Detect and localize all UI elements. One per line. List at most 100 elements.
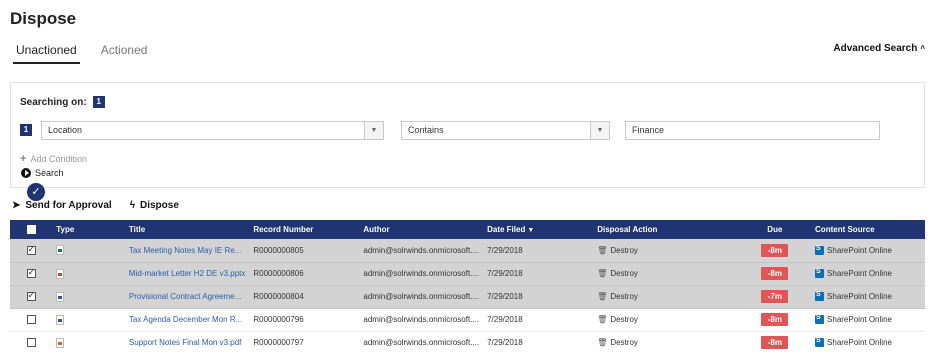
add-condition-label: Add Condition — [30, 154, 87, 164]
record-number-cell: R0000000805 — [249, 239, 360, 263]
table-row[interactable]: Tax Agenda December Mon R... R0000000796 a… — [10, 308, 925, 332]
sharepoint-icon — [815, 337, 825, 348]
table-row[interactable]: Mid-market Letter H2 DE v3.pptxR00000008… — [10, 262, 925, 286]
content-source-label: SharePoint Online — [827, 268, 892, 278]
page-title: Dispose — [10, 9, 77, 28]
author-cell: admin@solrwinds.onmicrosoft.... — [359, 331, 484, 352]
sharepoint-icon — [815, 245, 825, 255]
paper-plane-icon: ➤ — [12, 200, 21, 211]
column-header-author[interactable]: Author — [359, 220, 484, 239]
column-header-title[interactable]: Title — [124, 220, 250, 239]
send-for-approval-label: Send for Approval — [25, 200, 112, 211]
column-header-type[interactable]: Type — [52, 220, 125, 239]
disposal-action-label: Destroy — [610, 315, 638, 324]
search-label: Search — [35, 168, 64, 178]
tab-bar: Unactioned Actioned — [13, 38, 168, 64]
tab-unactioned[interactable]: Unactioned — [13, 38, 80, 64]
title-link[interactable]: Support Notes Final Mon v3.pdf — [124, 331, 250, 352]
condition-field-select[interactable]: Location ▼ — [41, 121, 384, 140]
send-for-approval-button[interactable]: ➤ Send for Approval — [12, 200, 112, 211]
plus-icon: + — [20, 153, 27, 165]
select-all-checkbox[interactable] — [26, 225, 36, 235]
chevron-up-icon: ^ — [920, 44, 925, 53]
dropdown-arrow-icon[interactable]: ▼ — [590, 122, 609, 139]
search-panel: Searching on: 1 1 Location ▼ Contains ▼ … — [10, 82, 925, 188]
search-button[interactable]: Search — [21, 168, 64, 178]
condition-field-value: Location — [48, 125, 83, 135]
due-badge: -8m — [761, 313, 789, 326]
column-header-record-number[interactable]: Record Number — [249, 220, 360, 239]
type-cell — [52, 285, 125, 309]
records-table: Type Title Record Number Author Date Fil… — [10, 220, 925, 352]
type-cell — [52, 262, 125, 286]
due-cell: -8m — [738, 308, 812, 332]
docx-file-icon — [56, 314, 65, 325]
xlsx-file-icon — [56, 245, 65, 256]
title-link[interactable]: Tax Agenda December Mon R... — [124, 308, 250, 332]
pdf-file-icon — [56, 337, 65, 348]
row-select-cell — [10, 262, 53, 286]
author-cell: admin@solrwinds.onmicrosoft.... — [359, 285, 484, 309]
disposal-action-label: Destroy — [610, 292, 638, 301]
row-checkbox[interactable] — [26, 244, 36, 255]
action-bar: ➤ Send for Approval ϟ Dispose — [12, 200, 179, 211]
title-link[interactable]: Provisional Contract Agreeme... — [124, 285, 250, 309]
due-badge: -8m — [761, 336, 789, 349]
searching-on: Searching on: 1 — [20, 96, 105, 108]
disposal-action-label: Destroy — [610, 338, 638, 347]
sharepoint-icon — [815, 268, 825, 279]
trash-icon: 🗑 — [597, 315, 608, 324]
table-header-row: Type Title Record Number Author Date Fil… — [10, 220, 925, 239]
disposal-action-label: Destroy — [610, 245, 638, 255]
content-source-label: SharePoint Online — [827, 337, 892, 347]
table-row[interactable]: Support Notes Final Mon v3.pdf R000000079… — [10, 331, 925, 352]
column-header-content-source[interactable]: Content Source — [811, 220, 925, 239]
condition-value-input[interactable]: Finance — [625, 121, 880, 140]
row-select-cell — [10, 239, 53, 263]
content-source-label: SharePoint Online — [827, 291, 892, 301]
trash-icon: 🗑 — [597, 245, 608, 255]
date-filed-cell: 7/29/2018 — [483, 285, 594, 309]
row-checkbox[interactable] — [26, 267, 36, 279]
table-row[interactable]: Tax Meeting Notes May IE Re...R000000080… — [10, 239, 925, 263]
row-checkbox[interactable] — [26, 338, 36, 348]
trash-icon: 🗑 — [597, 269, 608, 278]
content-source-label: SharePoint Online — [827, 245, 892, 255]
title-link[interactable]: Tax Meeting Notes May IE Re... — [124, 239, 250, 263]
column-header-due[interactable]: Due — [738, 220, 812, 239]
advanced-search-label: Advanced Search — [833, 43, 918, 54]
condition-operator-select[interactable]: Contains ▼ — [401, 121, 610, 140]
sort-desc-icon: ▼ — [527, 227, 535, 234]
select-all-cell — [10, 220, 53, 239]
title-link[interactable]: Mid-market Letter H2 DE v3.pptx — [124, 262, 250, 286]
tab-actioned[interactable]: Actioned — [98, 38, 151, 64]
table-row[interactable]: Provisional Contract Agreeme...R00000008… — [10, 285, 925, 309]
date-filed-cell: 7/29/2018 — [483, 262, 594, 286]
date-filed-cell: 7/29/2018 — [483, 331, 594, 352]
disposal-action-cell: 🗑 Destroy — [593, 239, 739, 263]
condition-count-badge: 1 — [92, 96, 105, 108]
date-filed-label: Date Filed — [487, 225, 526, 234]
lightning-icon: ϟ — [129, 200, 135, 211]
advanced-search-toggle[interactable]: Advanced Search ^ — [833, 43, 925, 54]
column-header-date-filed[interactable]: Date Filed ▼ — [483, 220, 594, 239]
docx-file-icon — [56, 291, 65, 302]
dispose-label: Dispose — [140, 200, 179, 211]
dropdown-arrow-icon[interactable]: ▼ — [364, 122, 383, 139]
add-condition-button[interactable]: + Add Condition — [20, 153, 87, 165]
row-select-cell — [10, 308, 53, 332]
row-checkbox[interactable] — [26, 315, 36, 325]
content-source-cell: SharePoint Online — [811, 239, 925, 263]
date-filed-cell: 7/29/2018 — [483, 239, 594, 263]
condition-value-text: Finance — [632, 125, 665, 135]
due-badge: -8m — [761, 243, 789, 257]
due-cell: -8m — [738, 331, 812, 352]
row-checkbox[interactable] — [26, 290, 36, 302]
column-header-disposal-action[interactable]: Disposal Action — [593, 220, 739, 239]
record-number-cell: R0000000804 — [249, 285, 360, 309]
sharepoint-icon — [815, 314, 825, 325]
dispose-button[interactable]: ϟ Dispose — [130, 200, 179, 211]
disposal-action-cell: 🗑 Destroy — [593, 331, 739, 352]
searching-on-label: Searching on: — [20, 96, 87, 108]
content-source-cell: SharePoint Online — [811, 331, 925, 352]
